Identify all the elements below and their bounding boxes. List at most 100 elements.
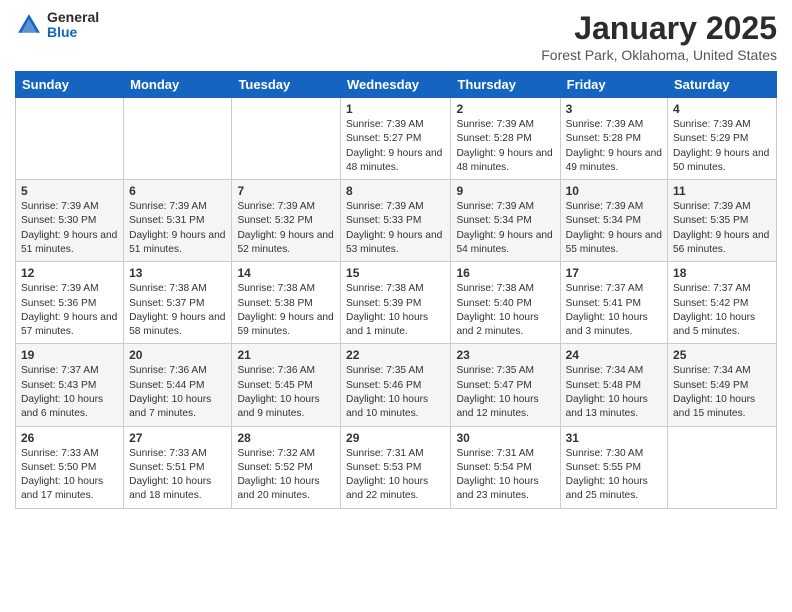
- day-number: 25: [673, 348, 771, 362]
- calendar-week-row: 19 Sunrise: 7:37 AM Sunset: 5:43 PM Dayli…: [16, 344, 777, 426]
- day-info: Sunrise: 7:39 AM Sunset: 5:35 PM Dayligh…: [673, 200, 771, 257]
- calendar-cell: 3Sunrise: 7:39 AM Sunset: 5:28 PM Daylig…: [560, 98, 667, 180]
- day-info: Sunrise: 7:37 AM Sunset: 5:43 PM Dayligh…: [21, 364, 118, 421]
- day-info: Sunrise: 7:39 AM Sunset: 5:31 PM Dayligh…: [129, 200, 226, 257]
- column-header-wednesday: Wednesday: [341, 72, 451, 98]
- day-info: Sunrise: 7:39 AM Sunset: 5:33 PM Dayligh…: [346, 200, 445, 257]
- day-number: 21: [237, 348, 335, 362]
- calendar-cell: 5 Sunrise: 7:39 AM Sunset: 5:30 PM Daylig…: [16, 180, 124, 262]
- logo-icon: [15, 11, 43, 39]
- day-number: 19: [21, 348, 118, 362]
- calendar-cell: 14 Sunrise: 7:38 AM Sunset: 5:38 PM Dayli…: [232, 262, 341, 344]
- day-number: 20: [129, 348, 226, 362]
- calendar-cell: 28 Sunrise: 7:32 AM Sunset: 5:52 PM Dayli…: [232, 426, 341, 508]
- calendar-week-row: 12Sunrise: 7:39 AM Sunset: 5:36 PM Dayli…: [16, 262, 777, 344]
- calendar-cell: 6 Sunrise: 7:39 AM Sunset: 5:31 PM Daylig…: [124, 180, 232, 262]
- day-info: Sunrise: 7:38 AM Sunset: 5:40 PM Dayligh…: [456, 282, 554, 339]
- day-number: 28: [237, 431, 335, 445]
- logo: General Blue: [15, 10, 99, 41]
- day-number: 17: [566, 266, 662, 280]
- day-number: 18: [673, 266, 771, 280]
- day-info: Sunrise: 7:36 AM Sunset: 5:45 PM Dayligh…: [237, 364, 335, 421]
- logo-blue: Blue: [47, 25, 99, 40]
- calendar-cell: 30 Sunrise: 7:31 AM Sunset: 5:54 PM Dayli…: [451, 426, 560, 508]
- column-header-tuesday: Tuesday: [232, 72, 341, 98]
- day-info: Sunrise: 7:35 AM Sunset: 5:46 PM Dayligh…: [346, 364, 445, 421]
- calendar-cell: 11 Sunrise: 7:39 AM Sunset: 5:35 PM Dayli…: [668, 180, 777, 262]
- calendar-cell: 13Sunrise: 7:38 AM Sunset: 5:37 PM Dayli…: [124, 262, 232, 344]
- calendar-cell: 17 Sunrise: 7:37 AM Sunset: 5:41 PM Dayli…: [560, 262, 667, 344]
- day-info: Sunrise: 7:36 AM Sunset: 5:44 PM Dayligh…: [129, 364, 226, 421]
- day-info: Sunrise: 7:31 AM Sunset: 5:53 PM Dayligh…: [346, 447, 445, 504]
- day-info: Sunrise: 7:32 AM Sunset: 5:52 PM Dayligh…: [237, 447, 335, 504]
- day-number: 26: [21, 431, 118, 445]
- calendar-cell: [232, 98, 341, 180]
- day-info: Sunrise: 7:33 AM Sunset: 5:50 PM Dayligh…: [21, 447, 118, 504]
- calendar-cell: 23 Sunrise: 7:35 AM Sunset: 5:47 PM Dayli…: [451, 344, 560, 426]
- day-number: 14: [237, 266, 335, 280]
- calendar-cell: 7 Sunrise: 7:39 AM Sunset: 5:32 PM Daylig…: [232, 180, 341, 262]
- day-info: Sunrise: 7:34 AM Sunset: 5:48 PM Dayligh…: [566, 364, 662, 421]
- page-header: General Blue January 2025 Forest Park, O…: [15, 10, 777, 63]
- day-info: Sunrise: 7:38 AM Sunset: 5:38 PM Dayligh…: [237, 282, 335, 339]
- column-header-monday: Monday: [124, 72, 232, 98]
- day-number: 15: [346, 266, 445, 280]
- calendar-cell: 4 Sunrise: 7:39 AM Sunset: 5:29 PM Daylig…: [668, 98, 777, 180]
- day-number: 31: [566, 431, 662, 445]
- day-number: 6: [129, 184, 226, 198]
- calendar-cell: [16, 98, 124, 180]
- calendar-cell: 24 Sunrise: 7:34 AM Sunset: 5:48 PM Dayli…: [560, 344, 667, 426]
- calendar-cell: 16 Sunrise: 7:38 AM Sunset: 5:40 PM Dayli…: [451, 262, 560, 344]
- day-info: Sunrise: 7:34 AM Sunset: 5:49 PM Dayligh…: [673, 364, 771, 421]
- calendar-cell: 26 Sunrise: 7:33 AM Sunset: 5:50 PM Dayli…: [16, 426, 124, 508]
- day-info: Sunrise: 7:30 AM Sunset: 5:55 PM Dayligh…: [566, 447, 662, 504]
- day-info: Sunrise: 7:39 AM Sunset: 5:28 PM Dayligh…: [566, 118, 662, 175]
- calendar-week-row: 5 Sunrise: 7:39 AM Sunset: 5:30 PM Daylig…: [16, 180, 777, 262]
- calendar-cell: 27Sunrise: 7:33 AM Sunset: 5:51 PM Dayli…: [124, 426, 232, 508]
- calendar-table: SundayMondayTuesdayWednesdayThursdayFrid…: [15, 71, 777, 509]
- month-title: January 2025: [541, 10, 777, 47]
- calendar-cell: 19 Sunrise: 7:37 AM Sunset: 5:43 PM Dayli…: [16, 344, 124, 426]
- calendar-week-row: 26 Sunrise: 7:33 AM Sunset: 5:50 PM Dayli…: [16, 426, 777, 508]
- day-number: 4: [673, 102, 771, 116]
- column-header-friday: Friday: [560, 72, 667, 98]
- day-number: 30: [456, 431, 554, 445]
- day-info: Sunrise: 7:39 AM Sunset: 5:28 PM Dayligh…: [456, 118, 554, 175]
- day-number: 5: [21, 184, 118, 198]
- day-info: Sunrise: 7:39 AM Sunset: 5:32 PM Dayligh…: [237, 200, 335, 257]
- day-number: 16: [456, 266, 554, 280]
- day-info: Sunrise: 7:38 AM Sunset: 5:39 PM Dayligh…: [346, 282, 445, 339]
- day-number: 23: [456, 348, 554, 362]
- calendar-week-row: 1Sunrise: 7:39 AM Sunset: 5:27 PM Daylig…: [16, 98, 777, 180]
- day-info: Sunrise: 7:35 AM Sunset: 5:47 PM Dayligh…: [456, 364, 554, 421]
- day-info: Sunrise: 7:33 AM Sunset: 5:51 PM Dayligh…: [129, 447, 226, 504]
- calendar-cell: 31 Sunrise: 7:30 AM Sunset: 5:55 PM Dayli…: [560, 426, 667, 508]
- day-number: 9: [456, 184, 554, 198]
- location: Forest Park, Oklahoma, United States: [541, 47, 777, 63]
- day-number: 24: [566, 348, 662, 362]
- calendar-cell: 18 Sunrise: 7:37 AM Sunset: 5:42 PM Dayli…: [668, 262, 777, 344]
- calendar-cell: [124, 98, 232, 180]
- day-number: 10: [566, 184, 662, 198]
- day-info: Sunrise: 7:39 AM Sunset: 5:34 PM Dayligh…: [566, 200, 662, 257]
- day-number: 1: [346, 102, 445, 116]
- calendar-cell: 25 Sunrise: 7:34 AM Sunset: 5:49 PM Dayli…: [668, 344, 777, 426]
- day-info: Sunrise: 7:39 AM Sunset: 5:30 PM Dayligh…: [21, 200, 118, 257]
- calendar-cell: 2Sunrise: 7:39 AM Sunset: 5:28 PM Daylig…: [451, 98, 560, 180]
- day-info: Sunrise: 7:37 AM Sunset: 5:41 PM Dayligh…: [566, 282, 662, 339]
- day-number: 13: [129, 266, 226, 280]
- column-header-thursday: Thursday: [451, 72, 560, 98]
- calendar-cell: 12Sunrise: 7:39 AM Sunset: 5:36 PM Dayli…: [16, 262, 124, 344]
- day-info: Sunrise: 7:31 AM Sunset: 5:54 PM Dayligh…: [456, 447, 554, 504]
- calendar-header-row: SundayMondayTuesdayWednesdayThursdayFrid…: [16, 72, 777, 98]
- day-info: Sunrise: 7:39 AM Sunset: 5:29 PM Dayligh…: [673, 118, 771, 175]
- calendar-cell: 10 Sunrise: 7:39 AM Sunset: 5:34 PM Dayli…: [560, 180, 667, 262]
- calendar-cell: 9Sunrise: 7:39 AM Sunset: 5:34 PM Daylig…: [451, 180, 560, 262]
- calendar-cell: [668, 426, 777, 508]
- calendar-cell: 8Sunrise: 7:39 AM Sunset: 5:33 PM Daylig…: [341, 180, 451, 262]
- day-info: Sunrise: 7:39 AM Sunset: 5:36 PM Dayligh…: [21, 282, 118, 339]
- calendar-cell: 1Sunrise: 7:39 AM Sunset: 5:27 PM Daylig…: [341, 98, 451, 180]
- day-number: 11: [673, 184, 771, 198]
- day-number: 7: [237, 184, 335, 198]
- day-info: Sunrise: 7:37 AM Sunset: 5:42 PM Dayligh…: [673, 282, 771, 339]
